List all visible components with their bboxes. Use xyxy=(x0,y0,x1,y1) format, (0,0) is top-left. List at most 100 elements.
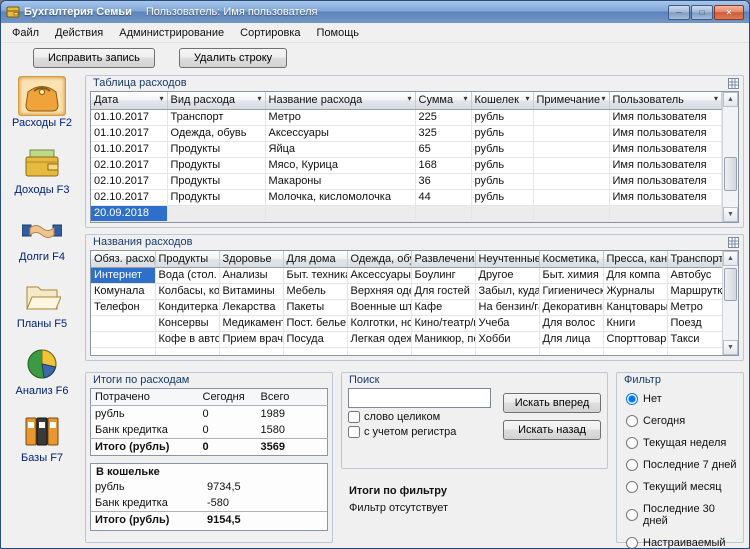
radio-input[interactable] xyxy=(626,392,638,405)
table-cell[interactable]: Посуда xyxy=(283,331,348,348)
table-cell[interactable]: рубль xyxy=(471,125,534,142)
table-cell[interactable]: Поезд xyxy=(667,315,722,332)
table-cell[interactable]: Мебель xyxy=(283,283,348,300)
table-row[interactable]: рубль 9734,5 xyxy=(91,479,327,495)
table-row[interactable] xyxy=(91,347,722,355)
table-row[interactable]: ТелефонКондитерка, конЛекарстваПакетыВое… xyxy=(91,299,722,316)
table-cell[interactable]: 01.10.2017 xyxy=(91,141,168,158)
table-cell[interactable] xyxy=(411,347,476,355)
column-header[interactable]: Всего xyxy=(256,388,328,406)
table-cell[interactable]: Другое xyxy=(475,267,540,284)
table-cell[interactable]: Гигиенические xyxy=(539,283,604,300)
table-cell[interactable] xyxy=(155,347,220,355)
filter-option-1[interactable]: Сегодня xyxy=(626,414,737,427)
table-cell[interactable]: Журналы xyxy=(603,283,668,300)
table-cell[interactable]: 0 xyxy=(199,405,257,422)
scroll-down-icon[interactable]: ▼ xyxy=(723,206,738,222)
table-row[interactable]: Банк кредитка -580 xyxy=(91,495,327,512)
table-cell[interactable] xyxy=(533,125,610,142)
column-header[interactable]: Потрачено xyxy=(90,388,199,406)
table-cell[interactable] xyxy=(347,347,412,355)
table-cell[interactable]: Для компа xyxy=(603,267,668,284)
table-cell[interactable] xyxy=(533,141,610,158)
table-cell[interactable]: 02.10.2017 xyxy=(91,173,168,190)
table-cell[interactable]: Имя пользователя xyxy=(609,157,722,174)
column-header[interactable]: Здоровье xyxy=(219,250,284,268)
table-cell[interactable]: Консервы xyxy=(155,315,220,332)
filter-option-4[interactable]: Текущий месяц xyxy=(626,480,737,493)
table-cell[interactable]: 01.10.2017 xyxy=(91,125,168,142)
table-row[interactable]: ИнтернетВода (стол. иАнализыБыт. техника… xyxy=(91,267,722,284)
table-cell[interactable]: рубль xyxy=(91,479,203,495)
table-cell[interactable]: 02.10.2017 xyxy=(91,189,168,206)
table-cell[interactable] xyxy=(533,157,610,174)
column-header[interactable]: Пользователь xyxy=(609,92,722,110)
column-header[interactable]: Продукты xyxy=(155,250,220,268)
table-row[interactable]: рубль 0 1989 xyxy=(91,405,328,422)
search-forward-button[interactable]: Искать вперед xyxy=(503,392,601,413)
search-checkbox-1[interactable]: с учетом регистра xyxy=(348,425,491,438)
expenses-scrollbar[interactable]: ▲ ▼ xyxy=(722,92,738,222)
table-cell[interactable]: Прием врача xyxy=(219,331,284,348)
table-cell[interactable]: Итого (рубль) xyxy=(90,437,199,455)
table-cell[interactable]: Витамины xyxy=(219,283,284,300)
menu-sorting[interactable]: Сортировка xyxy=(232,25,308,41)
column-header[interactable]: Неучтенные ра xyxy=(475,250,540,268)
menu-help[interactable]: Помощь xyxy=(309,25,368,41)
table-cell[interactable] xyxy=(265,205,416,222)
table-row[interactable]: КомуналаКолбасы, копчеВитаминыМебельВерх… xyxy=(91,283,722,300)
table-row[interactable]: Банк кредитка 0 1580 xyxy=(91,422,328,439)
sidebar-item-income[interactable]: Доходы F3 xyxy=(7,143,77,196)
filter-option-5[interactable]: Последние 30 дней xyxy=(626,503,737,527)
column-header[interactable]: Обяз. расходы xyxy=(91,250,156,268)
table-cell[interactable]: Канцтовары xyxy=(603,299,668,316)
table-cell[interactable] xyxy=(91,331,156,348)
table-cell[interactable]: Кофе в автомат xyxy=(155,331,220,348)
table-cell[interactable]: Лекарства xyxy=(219,299,284,316)
table-cell[interactable]: 65 xyxy=(415,141,472,158)
checkbox-input[interactable] xyxy=(348,410,360,423)
table-cell[interactable]: рубль xyxy=(471,173,534,190)
table-cell[interactable]: Аксессуары xyxy=(347,267,412,284)
radio-input[interactable] xyxy=(626,536,638,548)
table-cell[interactable]: Вода (стол. и xyxy=(155,267,220,284)
table-cell[interactable]: Быт. техника xyxy=(283,267,348,284)
table-cell[interactable]: Продукты xyxy=(167,141,266,158)
table-cell[interactable]: рубль xyxy=(471,109,534,126)
table-cell[interactable]: Пост. белье xyxy=(283,315,348,332)
table-cell[interactable] xyxy=(91,315,156,332)
table-cell[interactable]: 9154,5 xyxy=(203,510,327,528)
table-cell[interactable]: Метро xyxy=(667,299,722,316)
sidebar-item-plans[interactable]: Планы F5 xyxy=(7,277,77,330)
menu-administration[interactable]: Администрирование xyxy=(111,25,232,41)
maximize-button[interactable]: □ xyxy=(691,4,713,20)
column-header[interactable]: Развлечения, к xyxy=(411,250,476,268)
table-cell[interactable]: Кино/театр/кон xyxy=(411,315,476,332)
table-cell[interactable]: 0 xyxy=(198,437,257,455)
table-cell[interactable]: 168 xyxy=(415,157,472,174)
table-cell[interactable]: Комунала xyxy=(91,283,156,300)
scroll-thumb[interactable] xyxy=(724,267,737,301)
table-cell[interactable]: Для волос xyxy=(539,315,604,332)
filter-option-6[interactable]: Настраиваемый xyxy=(626,536,737,548)
table-row[interactable]: 01.10.2017 Продукты Яйца 65 рубль Имя пользов… xyxy=(91,141,722,158)
filter-option-0[interactable]: Нет xyxy=(626,392,737,405)
radio-input[interactable] xyxy=(626,458,638,471)
table-cell[interactable]: Пакеты xyxy=(283,299,348,316)
table-cell[interactable]: Для лица xyxy=(539,331,604,348)
table-row[interactable]: КонсервыМедикаментыПост. бельеКолготки, … xyxy=(91,315,722,332)
column-header[interactable]: Вид расхода xyxy=(167,92,266,110)
table-cell[interactable] xyxy=(219,347,284,355)
table-cell[interactable]: Для гостей xyxy=(411,283,476,300)
table-cell[interactable]: Макароны xyxy=(265,173,416,190)
table-cell[interactable]: Хобби xyxy=(475,331,540,348)
menu-actions[interactable]: Действия xyxy=(47,25,111,41)
table-cell[interactable]: 01.10.2017 xyxy=(91,109,168,126)
table-cell[interactable]: 44 xyxy=(415,189,472,206)
table-cell[interactable]: Маршрутка xyxy=(667,283,722,300)
scroll-up-icon[interactable]: ▲ xyxy=(723,250,738,266)
table-row[interactable]: Итого (рубль) 0 3569 xyxy=(90,437,328,455)
names-scrollbar[interactable]: ▲ ▼ xyxy=(722,250,738,355)
radio-input[interactable] xyxy=(626,480,638,493)
table-cell[interactable]: Автобус xyxy=(667,267,722,284)
